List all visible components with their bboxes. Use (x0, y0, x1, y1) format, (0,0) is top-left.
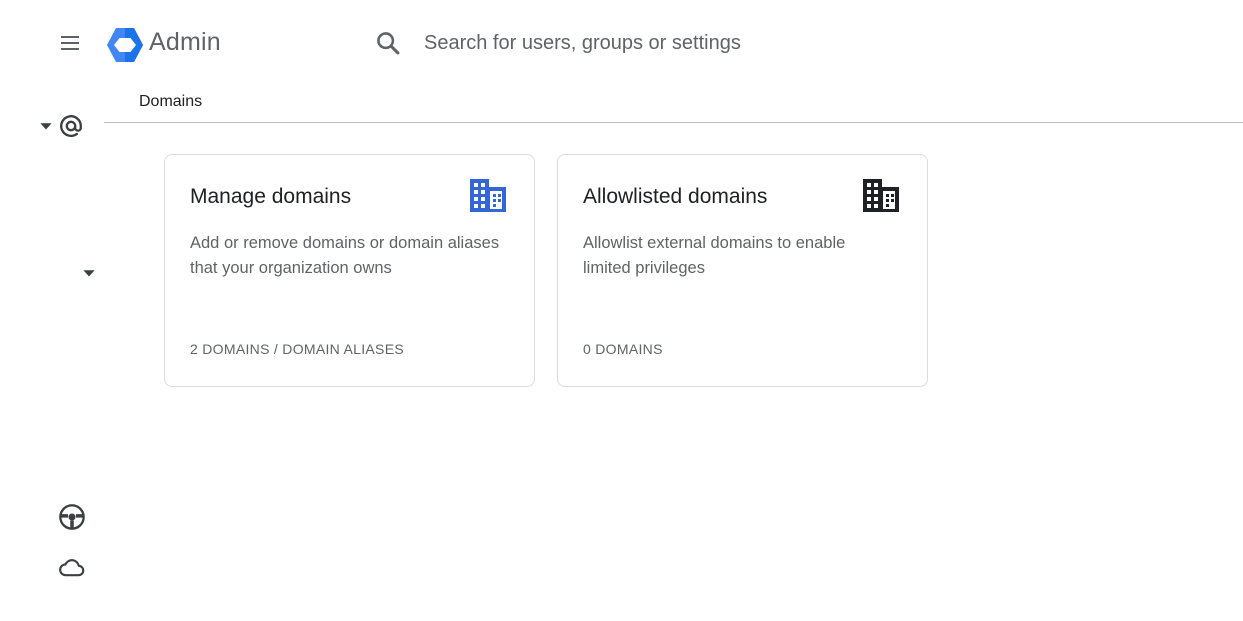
card-allowlisted-domains[interactable]: Allowlisted domains Allowlist external d… (557, 154, 928, 387)
caret-down-icon (40, 123, 52, 130)
admin-logo-icon[interactable] (106, 27, 144, 63)
rail-item-cloud[interactable] (56, 551, 88, 583)
caret-down-icon (83, 270, 95, 277)
card-title: Manage domains (190, 185, 352, 208)
card-domain-count: 0 DOMAINS (583, 341, 663, 357)
hamburger-menu-icon (61, 36, 79, 50)
breadcrumb-current-page: Domains (139, 93, 203, 110)
building-icon (863, 179, 899, 212)
search-icon (377, 32, 400, 55)
search-input[interactable] (424, 26, 944, 60)
rail-item-devices[interactable] (56, 501, 88, 533)
card-manage-domains[interactable]: Manage domains Add or remove domains or … (164, 154, 535, 387)
card-domain-count: 2 DOMAINS / DOMAIN ALIASES (190, 341, 404, 357)
main-menu-button[interactable] (52, 25, 88, 61)
app-title[interactable]: Admin (149, 28, 221, 57)
card-description: Add or remove domains or domain aliases … (190, 234, 500, 277)
at-sign-icon (60, 115, 82, 137)
rail-item-domains[interactable] (30, 110, 94, 142)
card-description: Allowlist external domains to enable lim… (583, 234, 846, 277)
admin-console: Admin Domains (0, 0, 1243, 621)
building-icon (470, 179, 506, 212)
steering-wheel-icon (59, 504, 85, 530)
breadcrumb-divider (104, 122, 1243, 123)
cloud-icon (59, 559, 85, 577)
search-button[interactable] (372, 27, 404, 59)
card-title: Allowlisted domains (583, 185, 768, 208)
rail-expand-button[interactable] (80, 264, 98, 282)
